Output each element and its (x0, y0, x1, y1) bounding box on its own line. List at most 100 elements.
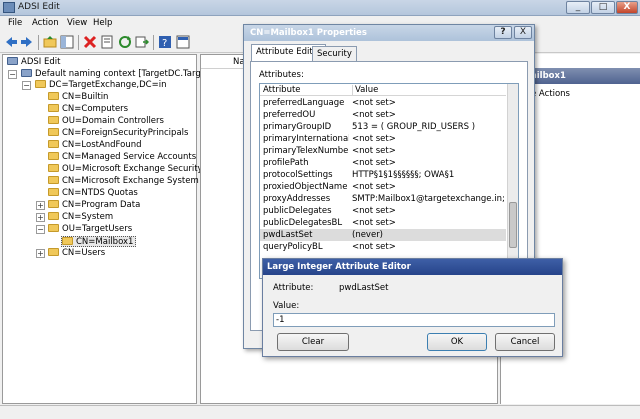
menu-view[interactable]: View (67, 18, 87, 28)
folder-icon (48, 164, 59, 172)
attribute-row[interactable]: protocolSettings HTTP§1§1§§§§§§; OWA§1 (260, 169, 506, 181)
toolbar-separator (78, 35, 79, 50)
export-list-icon[interactable] (135, 35, 150, 49)
tree-item[interactable]: CN=ForeignSecurityPrincipals (48, 128, 188, 139)
folder-icon (48, 116, 59, 124)
up-folder-icon[interactable] (43, 35, 57, 49)
back-arrow-icon[interactable] (4, 35, 18, 49)
ok-button[interactable]: OK (427, 333, 487, 351)
grid-header: Attribute Value (260, 84, 506, 96)
attributes-grid[interactable]: Attribute Value preferredLanguage <not se… (259, 83, 519, 279)
naming-context-icon (21, 69, 32, 77)
properties-close-button[interactable]: X (514, 26, 532, 39)
attribute-row[interactable]: proxyAddresses SMTP:Mailbox1@targetexchan… (260, 193, 506, 205)
attribute-row[interactable]: primaryTelexNumber <not set> (260, 145, 506, 157)
menu-file[interactable]: File (8, 18, 22, 28)
attribute-row[interactable]: publicDelegates <not set> (260, 205, 506, 217)
help-button[interactable]: ? (494, 26, 512, 39)
attribute-row[interactable]: publicDelegatesBL <not set> (260, 217, 506, 229)
attribute-row[interactable]: primaryGroupID 513 = ( GROUP_RID_USERS ) (260, 121, 506, 133)
toolbar-separator (38, 35, 39, 50)
tree-item[interactable]: CN=Program Data (48, 200, 140, 211)
more-actions-link[interactable]: e Actions (531, 89, 570, 99)
vertical-scrollbar[interactable] (507, 84, 518, 278)
folder-icon (48, 140, 59, 148)
show-hide-tree-icon[interactable] (60, 35, 74, 49)
tree-root-adsi-edit[interactable]: ADSI Edit (7, 57, 60, 68)
scrollbar-thumb[interactable] (509, 202, 517, 248)
folder-icon (35, 80, 46, 88)
folder-icon (48, 176, 59, 184)
collapse-icon[interactable]: − (8, 70, 17, 79)
tree-pane[interactable]: ADSI Edit − Default naming context [Targ… (2, 54, 230, 404)
tree-domain[interactable]: DC=TargetExchange,DC=in (35, 80, 167, 91)
status-bar (0, 405, 640, 419)
minimize-button[interactable]: _ (566, 1, 590, 14)
attribute-row[interactable]: primaryInternationalIS...<not set> (260, 133, 506, 145)
properties-title-bar: CN=Mailbox1 Properties ? X (244, 25, 534, 41)
value-label: Value: (273, 301, 300, 311)
tree-item[interactable]: OU=Domain Controllers (48, 116, 164, 127)
folder-icon (48, 212, 59, 220)
clear-button[interactable]: Clear (277, 333, 349, 351)
expand-icon[interactable]: + (36, 213, 45, 222)
folder-icon (48, 128, 59, 136)
folder-icon (48, 248, 59, 256)
tree-item[interactable]: CN=NTDS Quotas (48, 188, 138, 199)
refresh-icon[interactable] (118, 35, 132, 49)
delete-icon[interactable] (83, 35, 97, 49)
column-value-header[interactable]: Value (352, 85, 378, 95)
attribute-row[interactable]: profilePath <not set> (260, 157, 506, 169)
properties-icon[interactable] (100, 35, 114, 49)
tree-item[interactable]: CN=Managed Service Accounts (48, 152, 196, 163)
adsi-root-icon (7, 57, 18, 65)
folder-icon (48, 104, 59, 112)
maximize-button[interactable]: □ (591, 1, 615, 14)
forward-arrow-icon[interactable] (20, 35, 34, 49)
value-input[interactable]: -1 (273, 313, 555, 327)
column-attribute-header[interactable]: Attribute (263, 85, 301, 95)
tree-item-targetusers[interactable]: OU=TargetUsers (48, 224, 132, 235)
attribute-row[interactable]: queryPolicyBL <not set> (260, 241, 506, 253)
cancel-button[interactable]: Cancel (495, 333, 555, 351)
folder-icon (48, 200, 59, 208)
expand-icon[interactable]: + (36, 201, 45, 210)
folder-icon (48, 224, 59, 232)
attribute-name-value: pwdLastSet (339, 283, 389, 293)
toolbar-separator (153, 35, 154, 50)
attribute-label: Attribute: (273, 283, 314, 293)
collapse-icon[interactable]: − (22, 81, 31, 90)
large-integer-editor-dialog: Large Integer Attribute Editor Attribute… (262, 258, 563, 357)
mmc-console-icon[interactable] (176, 35, 190, 49)
attribute-row[interactable]: preferredLanguage <not set> (260, 97, 506, 109)
menu-help[interactable]: Help (93, 18, 112, 28)
window-title: ADSI Edit (18, 2, 60, 12)
app-title-bar: ADSI Edit _ □ X (0, 0, 640, 16)
svg-text:?: ? (162, 38, 167, 49)
attribute-row[interactable]: preferredOU <not set> (260, 109, 506, 121)
attribute-row[interactable]: proxiedObjectName <not set> (260, 181, 506, 193)
attribute-row-selected[interactable]: pwdLastSet (never) (260, 229, 506, 241)
help-icon[interactable]: ? (158, 35, 172, 49)
folder-icon (48, 92, 59, 100)
attributes-label: Attributes: (259, 70, 304, 80)
editor-title-bar: Large Integer Attribute Editor (263, 259, 562, 275)
expand-icon[interactable]: + (36, 249, 45, 258)
tree-item[interactable]: CN=Builtin (48, 92, 108, 103)
tree-item[interactable]: CN=System (48, 212, 113, 223)
tree-item-mailbox1-selected[interactable]: CN=Mailbox1 (61, 236, 137, 247)
tree-item[interactable]: CN=LostAndFound (48, 140, 142, 151)
collapse-icon[interactable]: − (36, 225, 45, 234)
tree-default-naming-context[interactable]: Default naming context [TargetDC.TargetE… (21, 69, 230, 80)
menu-action[interactable]: Action (32, 18, 59, 28)
folder-icon (48, 152, 59, 160)
folder-icon (48, 188, 59, 196)
folder-icon (62, 237, 73, 245)
adsi-edit-app-icon (3, 2, 15, 13)
properties-title: CN=Mailbox1 Properties (250, 28, 367, 38)
tab-security[interactable]: Security (312, 46, 357, 61)
tree-item[interactable]: CN=Users (48, 248, 105, 259)
close-button[interactable]: X (616, 1, 638, 14)
tree-item[interactable]: CN=Computers (48, 104, 128, 115)
editor-title: Large Integer Attribute Editor (267, 262, 411, 272)
